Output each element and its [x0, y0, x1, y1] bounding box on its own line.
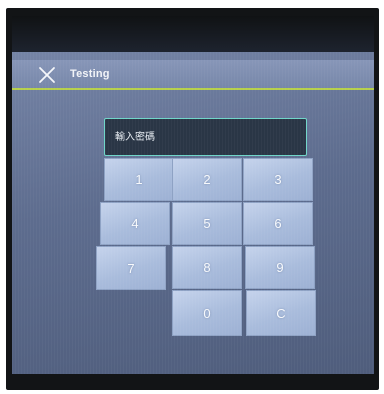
key-8[interactable]: 8 [172, 246, 242, 289]
key-7[interactable]: 7 [96, 246, 166, 290]
key-4[interactable]: 4 [100, 202, 170, 245]
keypad: 1 2 3 4 5 6 7 8 9 0 C [12, 52, 374, 374]
key-0[interactable]: 0 [172, 290, 242, 336]
key-9[interactable]: 9 [245, 246, 315, 289]
photo-frame: Testing 1 2 3 4 5 6 7 8 9 0 C [0, 0, 384, 394]
key-6[interactable]: 6 [243, 202, 313, 245]
key-2[interactable]: 2 [172, 158, 242, 201]
device-screen: Testing 1 2 3 4 5 6 7 8 9 0 C [12, 52, 374, 374]
screen-top-area [12, 16, 374, 54]
key-5[interactable]: 5 [172, 202, 242, 245]
key-1[interactable]: 1 [104, 158, 174, 201]
key-clear[interactable]: C [246, 290, 316, 336]
key-3[interactable]: 3 [243, 158, 313, 201]
